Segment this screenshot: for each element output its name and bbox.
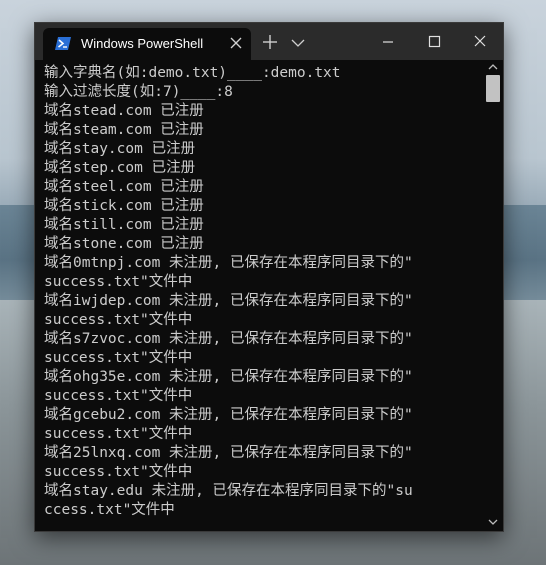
terminal-line: 域名iwjdep.com 未注册, 已保存在本程序同目录下的" bbox=[44, 293, 413, 309]
close-icon bbox=[474, 35, 486, 47]
new-tab-button[interactable] bbox=[259, 31, 281, 53]
vertical-scrollbar[interactable] bbox=[483, 60, 503, 531]
tab-windows-powershell[interactable]: Windows PowerShell bbox=[43, 28, 251, 60]
terminal-line: success.txt"文件中 bbox=[44, 388, 193, 404]
terminal-line: 域名steam.com 已注册 bbox=[44, 122, 204, 138]
terminal-line: 域名s7zvoc.com 未注册, 已保存在本程序同目录下的" bbox=[44, 331, 413, 347]
terminal-line: success.txt"文件中 bbox=[44, 312, 193, 328]
tab-title: Windows PowerShell bbox=[81, 36, 204, 51]
terminal-line: 域名stay.com 已注册 bbox=[44, 141, 196, 157]
chevron-down-icon bbox=[291, 39, 305, 47]
terminal-line: 域名ohg35e.com 未注册, 已保存在本程序同目录下的" bbox=[44, 369, 413, 385]
terminal-line: success.txt"文件中 bbox=[44, 426, 193, 442]
powershell-window: Windows PowerShell 输入字典名(如:demo.txt)____… bbox=[34, 22, 504, 532]
tab-dropdown-button[interactable] bbox=[291, 33, 311, 51]
close-icon bbox=[230, 37, 242, 49]
terminal-line: success.txt"文件中 bbox=[44, 274, 193, 290]
terminal-line: 域名stone.com 已注册 bbox=[44, 236, 204, 252]
terminal-line: 域名stay.edu 未注册, 已保存在本程序同目录下的"su bbox=[44, 483, 413, 499]
close-tab-button[interactable] bbox=[227, 34, 245, 52]
plus-icon bbox=[263, 35, 277, 49]
title-bar[interactable]: Windows PowerShell bbox=[35, 23, 503, 60]
terminal-line: 输入过滤长度(如:7)____:8 bbox=[44, 84, 233, 100]
minimize-icon bbox=[383, 41, 393, 43]
terminal-line: success.txt"文件中 bbox=[44, 464, 193, 480]
maximize-button[interactable] bbox=[411, 23, 457, 60]
powershell-icon bbox=[55, 37, 71, 50]
terminal-output[interactable]: 输入字典名(如:demo.txt)____:demo.txt 输入过滤长度(如:… bbox=[35, 60, 483, 531]
scroll-up-icon[interactable] bbox=[488, 63, 498, 71]
close-window-button[interactable] bbox=[457, 23, 503, 60]
minimize-button[interactable] bbox=[365, 23, 411, 60]
terminal-line: 域名stick.com 已注册 bbox=[44, 198, 204, 214]
scrollbar-thumb[interactable] bbox=[486, 75, 500, 102]
scroll-down-icon[interactable] bbox=[488, 518, 498, 526]
terminal-line: 域名step.com 已注册 bbox=[44, 160, 196, 176]
terminal-line: 域名stead.com 已注册 bbox=[44, 103, 204, 119]
terminal-line: 域名25lnxq.com 未注册, 已保存在本程序同目录下的" bbox=[44, 445, 413, 461]
terminal-line: 域名still.com 已注册 bbox=[44, 217, 204, 233]
terminal-line: ccess.txt"文件中 bbox=[44, 502, 175, 518]
terminal-line: 输入字典名(如:demo.txt)____:demo.txt bbox=[44, 65, 341, 81]
terminal-line: 域名steel.com 已注册 bbox=[44, 179, 204, 195]
terminal-line: success.txt"文件中 bbox=[44, 350, 193, 366]
maximize-icon bbox=[428, 35, 441, 48]
terminal-line: 域名gcebu2.com 未注册, 已保存在本程序同目录下的" bbox=[44, 407, 413, 423]
terminal-line: 域名0mtnpj.com 未注册, 已保存在本程序同目录下的" bbox=[44, 255, 413, 271]
